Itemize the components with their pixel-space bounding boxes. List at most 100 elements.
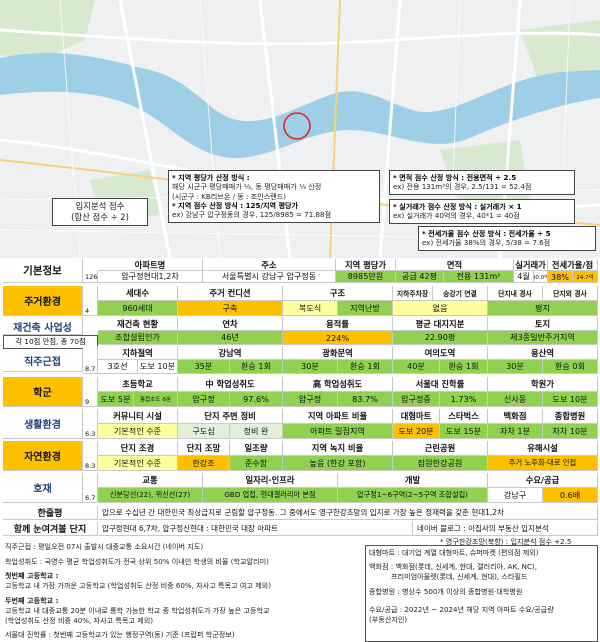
life-v5: 도보 15분 <box>440 424 488 439</box>
rebuild-v3: 22.90평 <box>393 331 488 345</box>
note-dept: 백화점 : 백화점(롯데, 신세계, 현대, 갤러리아, AK, NC), 프리… <box>369 562 597 582</box>
note-dept-2: 프리미엄아울렛(롯데, 신세계, 현대), 스타필드 <box>391 571 528 581</box>
life-h1: 단지 주변 정비 <box>178 409 283 424</box>
school-index: 9 <box>83 377 98 407</box>
site-score-body: (합산 점수 ÷ 2) <box>71 212 129 223</box>
school-v6: 압구정중 <box>393 392 440 407</box>
living-index: 4 <box>83 286 98 316</box>
nature-h2: 일조량 <box>230 441 283 456</box>
rebuild-label: 재건축 사업성 <box>3 317 83 335</box>
jeonse-callout-l2: ex) 전세가율 38%의 경우, 5/38 = 7.6점 <box>422 238 551 248</box>
supply-area: 공급 42평 <box>396 271 444 283</box>
commute-h2: 광화문역 <box>283 346 393 360</box>
living-v0: 960세대 <box>98 301 178 316</box>
header-region-price: 지역 평당가 <box>336 259 396 271</box>
living-h2: 구조 <box>283 286 393 301</box>
blog-link[interactable]: 네이버 블로그 : 이집사의 부동산 입지분석 <box>413 521 598 536</box>
living-h4: 승강기 연결 <box>433 286 488 301</box>
note-first-hs-body: 고등학교 내 가장 가까운 고등학교 (학업성취도 산정 비중 60%, 자사고… <box>5 580 271 590</box>
life-h4: 스타벅스 <box>440 409 488 424</box>
commute-v0: 3호선 <box>98 360 138 374</box>
header-area: 면적 <box>396 259 514 271</box>
note-mart: 대형마트 : 대기업 계열 대형마트, 슈퍼마켓 (편의점 제외) <box>369 548 539 557</box>
commute-h0: 지하철역 <box>98 346 178 360</box>
good-index: 6.7 <box>83 473 98 503</box>
life-v0: 기본적인 수준 <box>98 424 178 439</box>
school-v8: 신사동 <box>488 392 543 407</box>
school-v7: 1.73% <box>440 392 488 407</box>
commute-h3: 여의도역 <box>393 346 488 360</box>
note-dept-1: 백화점 : 백화점(롯데, 신세계, 현대, 갤러리아, AK, NC), <box>369 562 537 571</box>
jeonse-ratio: 38% <box>548 271 573 283</box>
school-v1: 통합초도 6분 <box>134 392 178 407</box>
nature-h4: 근린공원 <box>393 441 488 456</box>
school-h0: 초등학교 <box>98 377 178 392</box>
life-index: 6.3 <box>83 409 98 439</box>
school-v9: 도보 10분 <box>543 392 598 407</box>
commute-label: 직주근접 <box>3 350 83 372</box>
note-second-hs: 두번째 고등학교 : 고등학교 내 대중교통 20분 이내로 통학 가능한 학교… <box>5 596 365 625</box>
living-h1: 주거 컨디션 <box>178 286 283 301</box>
apt-address: 서울특별시 강남구 압구정동 <box>203 271 336 283</box>
area-callout: * 면적 점수 산정 방식 : 전용면적 ÷ 2.5 ex) 전용 131m²의… <box>389 170 575 195</box>
rebuild-v0: 조합설립인가 <box>98 331 178 345</box>
good-h0: 교통 <box>98 473 203 488</box>
commute-index: 8.7 <box>83 346 98 374</box>
note-second-hs-body1: 고등학교 내 대중교통 20분 이내로 통학 가능한 학교 중 학업성취도가 가… <box>5 605 270 615</box>
living-h5: 단지내 경사 <box>488 286 543 301</box>
note-supply: 수요/공급 : 2022년 ~ 2024년 해당 지역 아파트 수요/공급량 (… <box>369 605 597 625</box>
school-v5: 83.7% <box>338 392 393 407</box>
living-v1: 구축 <box>178 301 283 316</box>
good-v0: 신분당선(22), 위신선(27) <box>98 488 203 503</box>
school-h4: 학원가 <box>488 377 598 392</box>
price-callout-l3: (시군구 : KB리브온 / 동 : 조인스랜드) <box>172 191 287 201</box>
trade-month: 4월 <box>514 271 534 283</box>
trade-callout-l2: ex) 실거래가 40억의 경우, 40*1 = 40점 <box>393 211 520 221</box>
oneliner-label: 한줄평 <box>3 505 98 520</box>
commute-v1: 도보 10분 <box>138 360 178 374</box>
good-h2: 개발 <box>338 473 488 488</box>
good-v1: GBD 업접, 현대갤러리아 본점 <box>203 488 338 503</box>
school-h2: 高 학업성취도 <box>283 377 393 392</box>
life-h3: 대형마트 <box>393 409 440 424</box>
good-v2: 압구정1~6구역(2~5구역 조합설립) <box>338 488 488 503</box>
header-jeonse: 전세가율/점 <box>548 259 598 271</box>
nature-v5: 주거 노후화·대로 인접 <box>488 456 598 471</box>
site-score-title: 입지분석 점수 <box>75 201 125 211</box>
life-h5: 백화점 <box>488 409 543 424</box>
nature-v4: 잠원한강공원 <box>393 456 488 471</box>
trade-callout-l1: * 실거래가 점수 산정 방식 : 실거래가 × 1 <box>393 202 522 211</box>
rebuild-h4: 토지 <box>488 317 598 331</box>
note-supply-2: (부동산지인) <box>369 614 408 624</box>
life-h0: 커뮤니티 시설 <box>98 409 178 424</box>
nature-v3: 높음 (한강 포함) <box>283 456 393 471</box>
note-first-hs: 첫번째 고등학교 : 고등학교 내 가장 가까운 고등학교 (학업성취도 산정 … <box>5 571 365 591</box>
good-v3: 강남구 <box>488 488 543 503</box>
note-first-hs-title: 첫번째 고등학교 : <box>5 571 59 580</box>
price-callout: * 지역 평당가 산정 방식 : 해당 시군구 평당매매가 ⅔, 동 평당매매가… <box>168 170 380 223</box>
school-v3: 97.6% <box>230 392 283 407</box>
header-address: 주소 <box>203 259 336 271</box>
good-h1: 일자리·인프라 <box>203 473 338 488</box>
living-h0: 세대수 <box>98 286 178 301</box>
nature-label: 자연환경 <box>3 441 83 471</box>
price-callout-l2: 해당 시군구 평당매매가 ⅔, 동 평당매매가 ⅓ 산정 <box>172 182 322 192</box>
living-label: 주거환경 <box>3 286 83 316</box>
jeonse-callout-l1: * 전세가율 점수 산정 방식 : 전세가율 ÷ 5 <box>422 229 551 238</box>
living-v2: 복도식 <box>283 301 338 316</box>
good-v4: 0.6배 <box>543 488 598 503</box>
school-v0: 도보 5분 <box>98 392 134 407</box>
rebuild-h1: 연차 <box>178 317 283 331</box>
school-v2: 압구정 <box>178 392 230 407</box>
price-callout-l4: * 지역 점수 산정 방식 : 125/지역 평당가 <box>172 201 299 211</box>
life-h2: 지역 아파트 비율 <box>283 409 393 424</box>
nature-v1: 한강조 <box>178 456 230 471</box>
commute-v8: 30분 <box>488 360 543 374</box>
nature-h1: 단지 조망 <box>178 441 230 456</box>
map-area[interactable]: 입지분석 점수 (합산 점수 ÷ 2) * 지역 평당가 산정 방식 : 해당 … <box>0 0 600 258</box>
together-text: 압구정현대 6,7차, 압구정신현대 : 대한민국 대장 아파트 <box>98 521 413 536</box>
school-v4: 압구정 <box>283 392 338 407</box>
rebuild-v2: 224% <box>283 331 393 345</box>
commute-v3: 환승 1회 <box>230 360 283 374</box>
note-supply-1: 수요/공급 : 2022년 ~ 2024년 해당 지역 아파트 수요/공급량 <box>369 605 554 614</box>
